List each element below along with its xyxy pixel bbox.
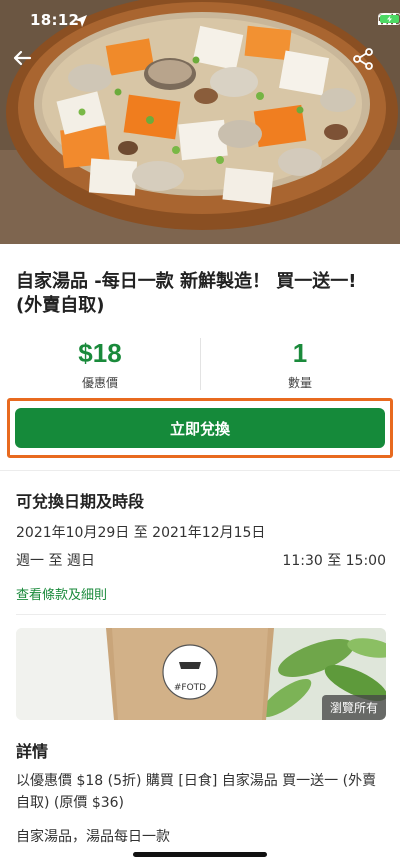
hero-image: 18:12 — [0, 0, 400, 244]
back-button[interactable] — [12, 48, 46, 82]
details-subtext: 自家湯品，湯品每日一款 — [16, 829, 170, 845]
back-arrow-icon — [13, 50, 32, 66]
details-heading: 詳情 — [16, 742, 49, 761]
status-time: 18:12 — [30, 11, 80, 29]
home-indicator — [133, 852, 267, 857]
redeem-date-range: 2021年10月29日 至 2021年12月15日 — [16, 525, 266, 541]
quantity-label: 數量 — [287, 376, 312, 390]
battery-charging-icon — [378, 13, 400, 25]
redeem-button[interactable]: 立即兌換 — [15, 408, 385, 448]
photo-gallery[interactable]: #FOTD 瀏覽所有 — [16, 628, 386, 720]
redeem-period-heading: 可兌換日期及時段 — [16, 492, 145, 511]
quantity-stat: 1 數量 — [200, 334, 400, 391]
details-text: 以優惠價 $18 (5折) 購買 [日食] 自家湯品 買一送一 (外賣自取) (… — [16, 773, 377, 811]
price-stat: $18 優惠價 — [0, 334, 200, 391]
offer-stats: $18 優惠價 1 數量 — [0, 334, 400, 394]
redeem-days: 週一 至 週日 — [16, 553, 95, 569]
redeem-time: 11:30 至 15:00 — [282, 553, 386, 569]
divider — [0, 470, 400, 471]
price-label: 優惠價 — [81, 376, 118, 390]
product-title: 自家湯品 -每日一款 新鮮製造！ 買一送一! (外賣自取) — [16, 271, 357, 316]
divider — [16, 614, 386, 615]
redeem-button-highlight: 立即兌換 — [7, 398, 393, 458]
share-icon — [353, 48, 373, 70]
status-bar: 18:12 — [0, 0, 400, 44]
price-value: $18 — [78, 338, 122, 368]
cup-logo-text: #FOTD — [174, 683, 206, 693]
share-button[interactable] — [352, 48, 386, 82]
location-arrow-icon — [75, 15, 87, 27]
browse-all-button[interactable]: 瀏覽所有 — [321, 695, 386, 720]
terms-link[interactable]: 查看條款及細則 — [16, 584, 107, 603]
quantity-value: 1 — [292, 338, 308, 368]
